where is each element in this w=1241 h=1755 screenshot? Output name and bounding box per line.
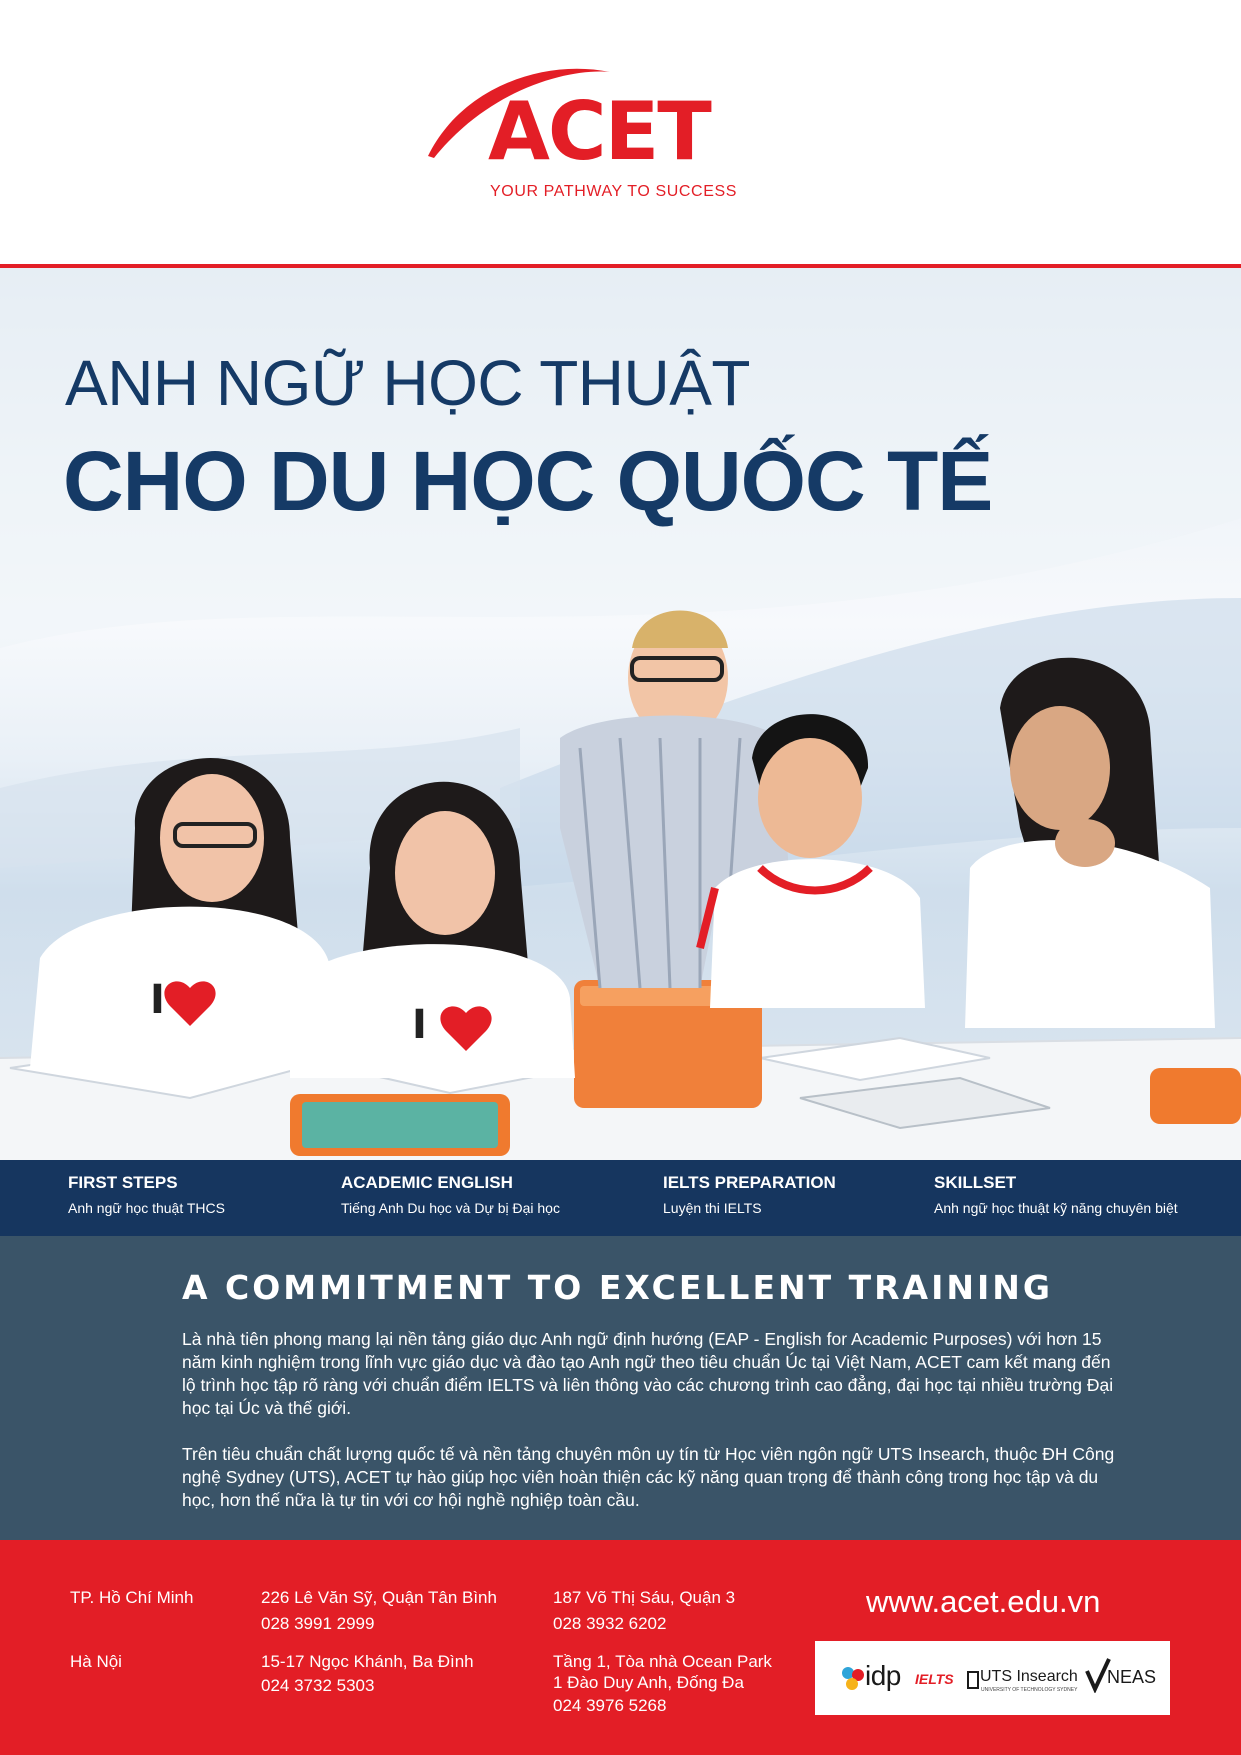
logo-text: ACET <box>488 85 712 178</box>
program-skillset: SKILLSET Anh ngữ học thuật kỹ năng chuyê… <box>934 1172 1178 1219</box>
program-subtitle: Anh ngữ học thuật THCS <box>68 1200 225 1216</box>
program-subtitle: Luyện thi IELTS <box>663 1200 762 1216</box>
commitment-paragraph-2: Trên tiêu chuẩn chất lượng quốc tế và nề… <box>182 1444 1115 1510</box>
uts-crest-icon <box>967 1671 979 1689</box>
uts-subtitle: UNIVERSITY OF TECHNOLOGY SYDNEY <box>981 1687 1078 1693</box>
brochure-page: ACET YOUR PATHWAY TO SUCCESS ANH NGỮ HỌC… <box>0 0 1241 1755</box>
city-hanoi: Hà Nội <box>70 1652 122 1671</box>
acet-logo: ACET YOUR PATHWAY TO SUCCESS <box>420 60 750 210</box>
website-link[interactable]: www.acet.edu.vn <box>866 1584 1100 1620</box>
program-subtitle: Tiếng Anh Du học và Dự bị Đại học <box>341 1200 560 1216</box>
hanoi-address-1: 15-17 Ngọc Khánh, Ba Đình <box>261 1652 474 1671</box>
hcm-address-1: 226 Lê Văn Sỹ, Quận Tân Bình <box>261 1588 497 1607</box>
commitment-paragraph-1: Là nhà tiên phong mang lại nền tảng giáo… <box>182 1329 1114 1418</box>
logo-tagline: YOUR PATHWAY TO SUCCESS <box>490 183 738 200</box>
hanoi-phone-2[interactable]: 024 3976 5268 <box>553 1695 666 1717</box>
students-classroom-photo: I I <box>0 610 1241 1160</box>
program-first-steps: FIRST STEPS Anh ngữ học thuật THCS <box>68 1172 225 1219</box>
hcm-phone-2[interactable]: 028 3932 6202 <box>553 1613 666 1635</box>
hero-section: ANH NGỮ HỌC THUẬT CHO DU HỌC QUỐC TẾ I I <box>0 268 1241 1160</box>
commitment-section: A COMMITMENT TO EXCELLENT TRAINING Là nh… <box>0 1236 1241 1540</box>
program-title: IELTS PREPARATION <box>663 1173 836 1192</box>
commitment-title: A COMMITMENT TO EXCELLENT TRAINING <box>182 1268 1053 1307</box>
programs-band: FIRST STEPS Anh ngữ học thuật THCS ACADE… <box>0 1160 1241 1236</box>
neas-logo: NEAS <box>1107 1667 1157 1687</box>
partner-logos: idp IELTS UTS Insearch UNIVERSITY OF TEC… <box>815 1641 1170 1715</box>
header: ACET YOUR PATHWAY TO SUCCESS <box>0 0 1241 264</box>
hcm-address-2: 187 Võ Thị Sáu, Quận 3 <box>553 1588 736 1607</box>
hcm-phone-1[interactable]: 028 3991 2999 <box>261 1613 374 1635</box>
city-hcm: TP. Hồ Chí Minh <box>70 1588 194 1607</box>
program-title: ACADEMIC ENGLISH <box>341 1173 513 1192</box>
svg-text:I: I <box>412 1002 427 1048</box>
svg-text:I: I <box>150 977 165 1023</box>
ielts-logo: IELTS <box>915 1671 954 1687</box>
uts-insearch-logo: UTS Insearch <box>980 1668 1078 1685</box>
hanoi-phone-1[interactable]: 024 3732 5303 <box>261 1675 374 1697</box>
hanoi-address-2-line-1: Tầng 1, Tòa nhà Ocean Park <box>553 1652 772 1671</box>
program-academic-english: ACADEMIC ENGLISH Tiếng Anh Du học và Dự … <box>341 1172 560 1219</box>
program-ielts-preparation: IELTS PREPARATION Luyện thi IELTS <box>663 1172 836 1219</box>
idp-icon <box>842 1667 864 1690</box>
program-subtitle: Anh ngữ học thuật kỹ năng chuyên biệt <box>934 1200 1178 1216</box>
hanoi-address-2-line-2: 1 Đào Duy Anh, Đống Đa <box>553 1673 744 1692</box>
program-title: FIRST STEPS <box>68 1173 178 1192</box>
idp-logo: idp <box>865 1660 901 1691</box>
footer-contact: TP. Hồ Chí Minh 226 Lê Văn Sỹ, Quận Tân … <box>0 1540 1241 1755</box>
commitment-body: Là nhà tiên phong mang lại nền tảng giáo… <box>182 1328 1124 1535</box>
program-title: SKILLSET <box>934 1173 1017 1192</box>
